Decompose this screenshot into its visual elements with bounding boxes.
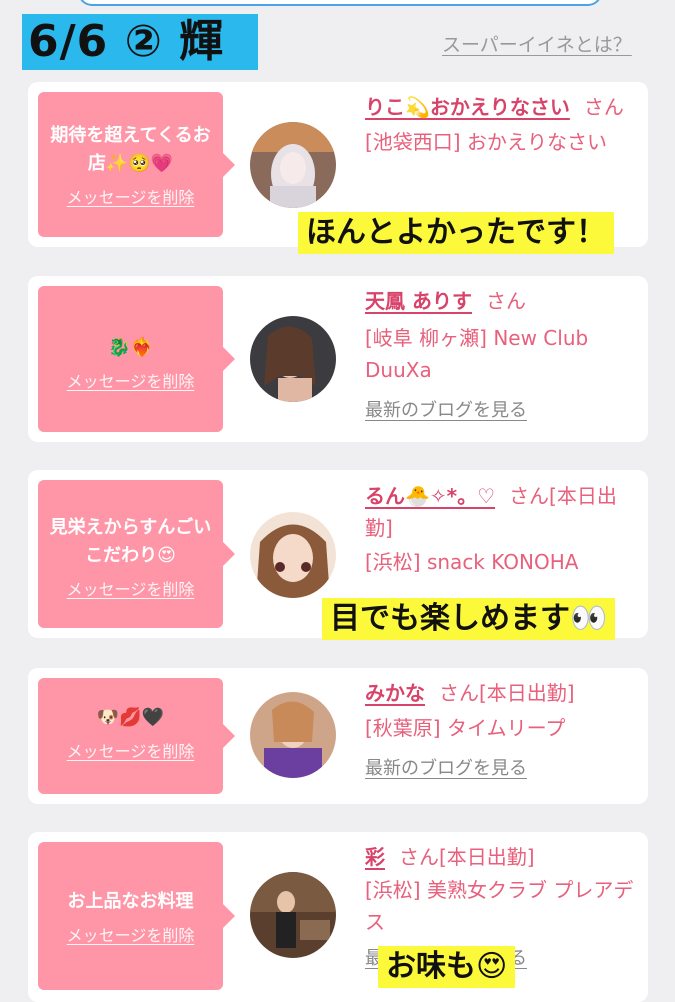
- message-card: 見栄えからすんごいこだわり😍 メッセージを削除 るん🐣✧*。♡ さん[本日出勤] …: [28, 470, 648, 640]
- highlight-note: ほんとよかったです！: [298, 212, 614, 254]
- message-bubble: 期待を超えてくるお店✨🥺💗 メッセージを削除: [38, 92, 235, 237]
- avatar[interactable]: [250, 692, 336, 778]
- message-bubble: 見栄えからすんごいこだわり😍 メッセージを削除: [38, 480, 235, 628]
- delete-message-link[interactable]: メッセージを削除: [38, 922, 223, 946]
- message-card: お上品なお料理 メッセージを削除 彩さん[本日出勤] [浜松] 美熟女クラブ プ…: [28, 832, 648, 1002]
- cast-name-link[interactable]: 彩: [365, 845, 385, 869]
- avatar[interactable]: [250, 512, 336, 598]
- top-bar: [0, 0, 675, 6]
- super-like-info-link[interactable]: スーパーイイネとは？: [442, 30, 632, 57]
- avatar[interactable]: [250, 122, 336, 208]
- cast-info: 天鳳 ありす さん [岐阜 柳ヶ瀬] New Club DuuXa 最新のブログを…: [365, 286, 634, 426]
- shop-name: [浜松] 美熟女クラブ プレアデス: [365, 878, 634, 934]
- cast-suffix: さん[本日出勤]: [399, 845, 535, 869]
- message-text: 見栄えからすんごいこだわり😍: [49, 517, 212, 566]
- cast-info: るん🐣✧*。♡ さん[本日出勤] [浜松] snack KONOHA: [365, 480, 634, 578]
- cast-suffix: さん[本日出勤]: [439, 681, 575, 705]
- cast-name-link[interactable]: るん🐣✧*。♡: [365, 484, 495, 508]
- delete-message-link[interactable]: メッセージを削除: [38, 184, 223, 208]
- shop-name: [秋葉原] タイムリープ: [365, 716, 566, 740]
- date-label: 6/6 ② 輝: [22, 14, 258, 70]
- delete-message-link[interactable]: メッセージを削除: [38, 738, 223, 762]
- cast-info: りこ💫おかえりなさい さん [池袋西口] おかえりなさい: [365, 92, 634, 158]
- message-card: 🐶💋🖤 メッセージを削除 みかな さん[本日出勤] [秋葉原] タイムリープ 最新…: [28, 668, 648, 804]
- message-text: 期待を超えてくるお店✨🥺💗: [50, 125, 211, 174]
- avatar[interactable]: [250, 316, 336, 402]
- delete-message-link[interactable]: メッセージを削除: [38, 368, 223, 392]
- latest-blog-link[interactable]: 最新のブログを見る: [365, 754, 634, 784]
- cast-info: みかな さん[本日出勤] [秋葉原] タイムリープ 最新のブログを見る: [365, 678, 634, 784]
- message-bubble: お上品なお料理 メッセージを削除: [38, 842, 235, 990]
- cast-name-link[interactable]: みかな: [365, 681, 425, 705]
- message-card: 期待を超えてくるお店✨🥺💗 メッセージを削除 りこ💫おかえりなさい さん [池袋西…: [28, 82, 648, 254]
- shop-name: [池袋西口] おかえりなさい: [365, 130, 607, 154]
- message-text: お上品なお料理: [67, 891, 194, 912]
- message-text: 🐉❤️‍🔥: [108, 337, 153, 358]
- shop-name: [浜松] snack KONOHA: [365, 550, 579, 574]
- message-bubble: 🐶💋🖤 メッセージを削除: [38, 678, 235, 794]
- highlight-note: お味も😍: [378, 946, 516, 988]
- delete-message-link[interactable]: メッセージを削除: [38, 576, 223, 600]
- shop-name: [岐阜 柳ヶ瀬] New Club DuuXa: [365, 326, 589, 382]
- cast-name-link[interactable]: りこ💫おかえりなさい: [365, 95, 570, 119]
- cast-name-link[interactable]: 天鳳 ありす: [365, 289, 472, 313]
- top-button-edge[interactable]: [78, 0, 602, 6]
- message-bubble: 🐉❤️‍🔥 メッセージを削除: [38, 286, 235, 432]
- highlight-note: 目でも楽しめます👀: [322, 598, 616, 640]
- message-text: 🐶💋🖤: [96, 707, 165, 728]
- cast-suffix: さん: [583, 95, 624, 119]
- cast-suffix: さん: [485, 289, 526, 313]
- message-card: 🐉❤️‍🔥 メッセージを削除 天鳳 ありす さん [岐阜 柳ヶ瀬] New Clu…: [28, 276, 648, 442]
- avatar[interactable]: [250, 872, 336, 958]
- latest-blog-link[interactable]: 最新のブログを見る: [365, 396, 634, 426]
